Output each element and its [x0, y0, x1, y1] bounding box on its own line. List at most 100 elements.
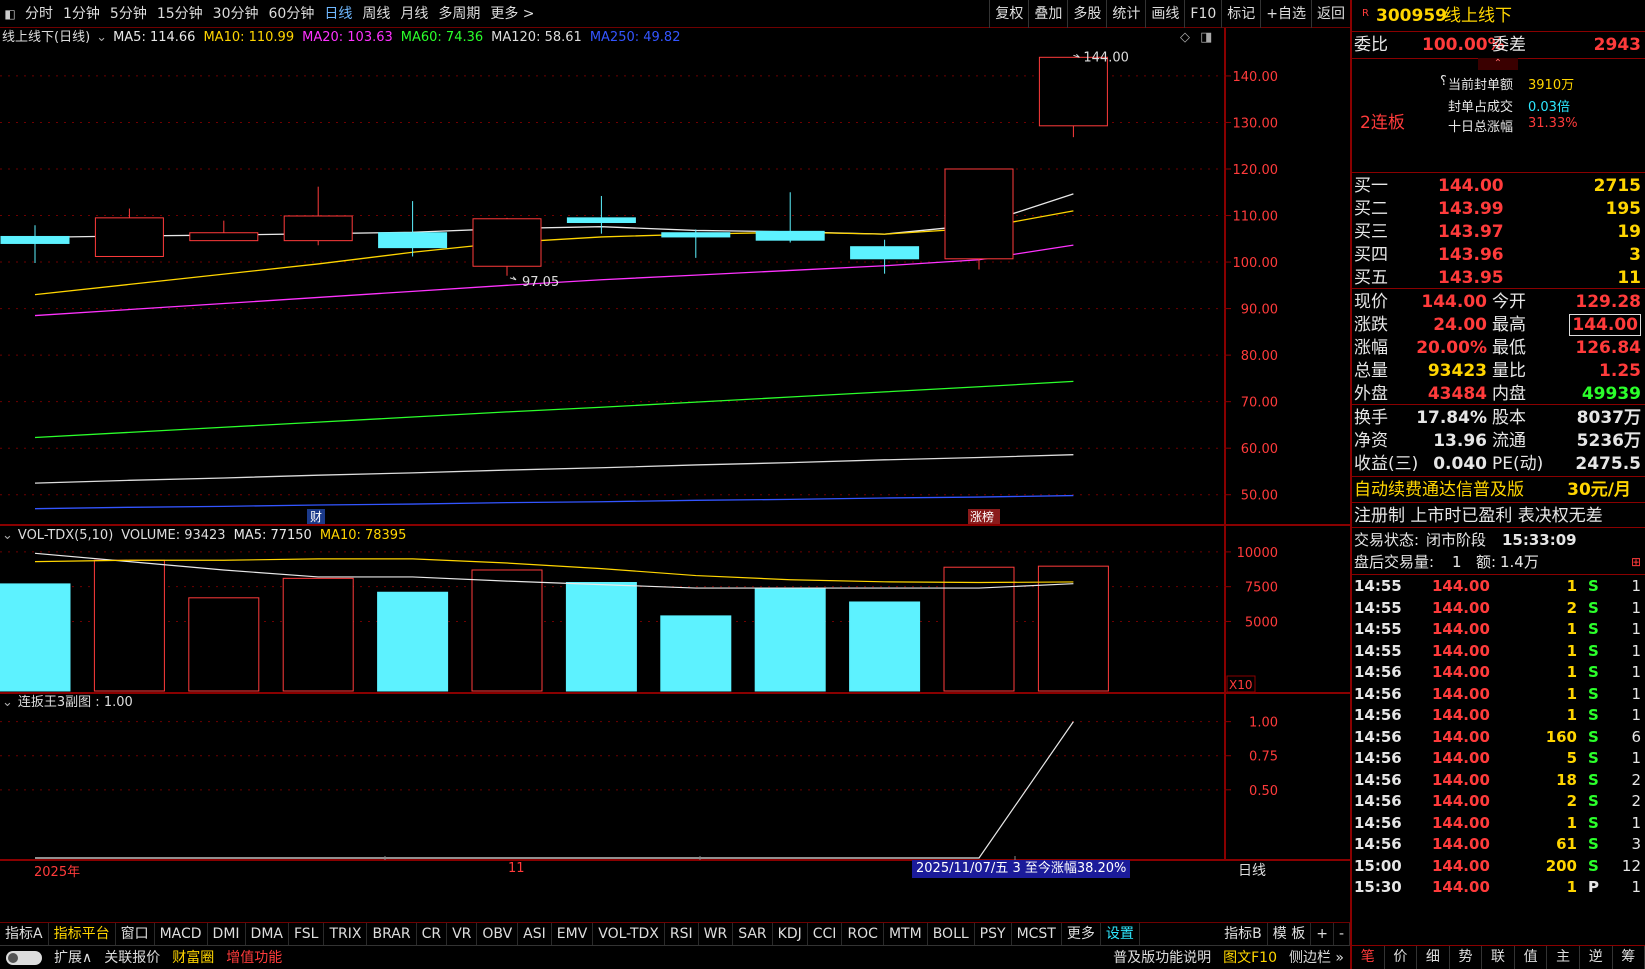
indicator-0[interactable]: 指标A: [0, 923, 49, 945]
indicator-13[interactable]: EMV: [552, 923, 594, 945]
indicator-3[interactable]: MACD: [155, 923, 208, 945]
indicator-21[interactable]: MTM: [884, 923, 928, 945]
collapse-up-icon[interactable]: ⌃: [1478, 58, 1518, 70]
indicator-5[interactable]: DMA: [246, 923, 289, 945]
indicator-19[interactable]: CCI: [808, 923, 843, 945]
indicator-26[interactable]: 设置: [1101, 923, 1140, 945]
candle-body[interactable]: [944, 168, 1014, 260]
volume-bar[interactable]: [754, 587, 826, 692]
tool-button-1[interactable]: 叠加: [1028, 0, 1067, 28]
tool-button-3[interactable]: 统计: [1106, 0, 1145, 28]
volume-bar[interactable]: [660, 615, 732, 692]
candle-body[interactable]: [472, 218, 542, 267]
panel-tab-6[interactable]: 主: [1547, 946, 1580, 969]
volume-bar[interactable]: [471, 569, 543, 692]
candle-body[interactable]: [283, 215, 353, 242]
toggle-switch-icon[interactable]: [6, 950, 42, 965]
indicator-20[interactable]: ROC: [842, 923, 884, 945]
kline-chart-area[interactable]: 50.00 60.00 70.00 80.00 90.00 100.00 110.00 120…: [0, 28, 1350, 922]
tool-button-4[interactable]: 画线: [1145, 0, 1184, 28]
panel-tab-3[interactable]: 势: [1450, 946, 1483, 969]
volume-bar[interactable]: [565, 582, 637, 692]
panel-tab-1[interactable]: 价: [1385, 946, 1418, 969]
indicator-15[interactable]: RSI: [665, 923, 699, 945]
indicator-7[interactable]: TRIX: [324, 923, 368, 945]
volume-bar[interactable]: [93, 559, 165, 692]
tab-3[interactable]: 15分钟: [152, 0, 208, 28]
ext-left-2[interactable]: 财富圈: [166, 947, 220, 969]
promo-row[interactable]: 自动续费通达信普及版 30元/月: [1352, 478, 1645, 502]
vol-toggle-icon[interactable]: ⌄: [2, 526, 13, 546]
candle-body[interactable]: [378, 232, 448, 249]
indicator-right-0[interactable]: 指标B: [1219, 923, 1268, 945]
indicator-10[interactable]: VR: [447, 923, 478, 945]
tab-8[interactable]: 月线: [395, 0, 433, 28]
indicator-22[interactable]: BOLL: [928, 923, 975, 945]
legend-toggle-icon[interactable]: ⌄: [96, 28, 107, 48]
tool-button-7[interactable]: +自选: [1260, 0, 1311, 28]
candle-body[interactable]: [1038, 56, 1108, 127]
tool-button-2[interactable]: 多股: [1067, 0, 1106, 28]
tab-5[interactable]: 60分钟: [264, 0, 320, 28]
tab-6[interactable]: 日线: [319, 0, 357, 28]
indicator-right-3[interactable]: -: [1334, 923, 1350, 945]
tab-2[interactable]: 5分钟: [105, 0, 152, 28]
panel-tab-2[interactable]: 细: [1417, 946, 1450, 969]
indicator-right-2[interactable]: +: [1311, 923, 1334, 945]
tool-button-5[interactable]: F10: [1184, 0, 1221, 28]
volume-bar[interactable]: [377, 591, 449, 692]
volume-bar[interactable]: [188, 597, 260, 692]
ext-left-3[interactable]: 增值功能: [220, 947, 288, 969]
indicator-12[interactable]: ASI: [518, 923, 552, 945]
indicator-6[interactable]: FSL: [289, 923, 325, 945]
ext-right-2[interactable]: 侧边栏 »: [1283, 947, 1350, 969]
indicator-9[interactable]: CR: [417, 923, 448, 945]
tool-button-0[interactable]: 复权: [989, 0, 1028, 28]
ext-left-1[interactable]: 关联报价: [98, 947, 166, 969]
zhangbang-marker[interactable]: 涨榜: [970, 509, 994, 524]
tab-1[interactable]: 1分钟: [58, 0, 105, 28]
candle-body[interactable]: [661, 232, 731, 238]
volume-bar[interactable]: [943, 566, 1015, 692]
volume-bar[interactable]: [849, 601, 921, 692]
volume-bar[interactable]: [0, 583, 71, 692]
panel-tab-5[interactable]: 值: [1515, 946, 1548, 969]
candle-body[interactable]: [189, 232, 259, 242]
indicator-2[interactable]: 窗口: [116, 923, 155, 945]
ext-right-1[interactable]: 图文F10: [1217, 947, 1283, 969]
window-menu-icon[interactable]: ◧: [0, 7, 20, 21]
cai-marker[interactable]: 财: [310, 510, 322, 524]
diamond-icon[interactable]: ◇: [1180, 30, 1190, 45]
candle-body[interactable]: [94, 217, 164, 257]
indicator-1[interactable]: 指标平台: [49, 923, 116, 945]
candle-body[interactable]: [566, 217, 636, 224]
indicator-14[interactable]: VOL-TDX: [593, 923, 665, 945]
detail-icon[interactable]: ⊞: [1631, 550, 1641, 574]
ext-left-0[interactable]: 扩展∧: [48, 947, 98, 969]
panel-tab-4[interactable]: 联: [1482, 946, 1515, 969]
panel-tab-7[interactable]: 逆: [1580, 946, 1613, 969]
indicator-16[interactable]: WR: [699, 923, 734, 945]
ext-right-0[interactable]: 普及版功能说明: [1107, 947, 1217, 969]
indicator-17[interactable]: SAR: [733, 923, 773, 945]
indicator-23[interactable]: PSY: [975, 923, 1012, 945]
candle-body[interactable]: [850, 246, 920, 260]
indicator-8[interactable]: BRAR: [367, 923, 417, 945]
indicator-18[interactable]: KDJ: [773, 923, 808, 945]
tool-button-6[interactable]: 标记: [1221, 0, 1260, 28]
tool-button-8[interactable]: 返回: [1311, 0, 1350, 28]
tab-4[interactable]: 30分钟: [208, 0, 264, 28]
indicator-25[interactable]: 更多: [1062, 923, 1101, 945]
tab-9[interactable]: 多周期: [433, 0, 485, 28]
sub-toggle-icon[interactable]: ⌄: [2, 693, 13, 713]
indicator-4[interactable]: DMI: [208, 923, 246, 945]
indicator-11[interactable]: OBV: [477, 923, 519, 945]
panel-tab-0[interactable]: 笔: [1352, 946, 1385, 969]
panel-toggle-icon[interactable]: ◨: [1200, 30, 1212, 45]
volume-bar[interactable]: [282, 577, 354, 692]
candle-body[interactable]: [755, 230, 825, 241]
panel-tab-8[interactable]: 筹: [1613, 946, 1645, 969]
tab-7[interactable]: 周线: [357, 0, 395, 28]
tab-10[interactable]: 更多 >: [485, 0, 539, 28]
candle-body[interactable]: [0, 235, 70, 244]
